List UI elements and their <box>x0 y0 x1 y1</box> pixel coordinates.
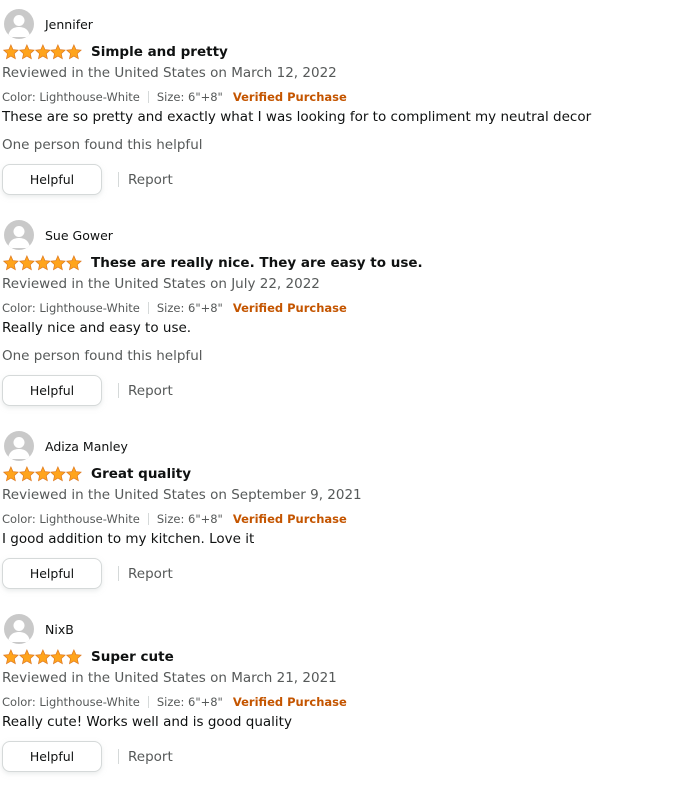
reviewer-name: Adiza Manley <box>45 438 128 454</box>
reviewer-name: Jennifer <box>45 16 93 32</box>
reviewer-profile[interactable]: NixB <box>4 613 74 645</box>
star-icon <box>34 466 51 482</box>
star-icon <box>3 255 19 271</box>
star-rating[interactable] <box>3 466 82 482</box>
star-icon <box>66 649 82 665</box>
helpful-button[interactable]: Helpful <box>2 558 102 589</box>
star-icon <box>18 44 35 60</box>
variant-size: Size: 6"+8" <box>156 301 223 315</box>
star-icon <box>18 255 35 271</box>
variant-color: Color: Lighthouse-White <box>2 512 140 526</box>
divider <box>118 172 119 187</box>
variant-color: Color: Lighthouse-White <box>2 90 140 104</box>
star-icon <box>3 649 19 665</box>
variant-size: Size: 6"+8" <box>156 90 223 104</box>
review-title[interactable]: Great quality <box>91 466 191 482</box>
helpful-button[interactable]: Helpful <box>2 741 102 772</box>
review-body: I good addition to my kitchen. Love it <box>2 531 255 547</box>
variant-size: Size: 6"+8" <box>156 695 223 709</box>
reviewer-profile[interactable]: Jennifer <box>4 8 93 40</box>
star-icon <box>50 255 67 271</box>
star-icon <box>66 44 82 60</box>
verified-purchase-badge: Verified Purchase <box>232 695 347 709</box>
star-icon <box>66 466 82 482</box>
divider <box>118 383 119 398</box>
review-variant[interactable]: Color: Lighthouse-White Size: 6"+8" Veri… <box>2 512 347 526</box>
variant-size: Size: 6"+8" <box>156 512 223 526</box>
review-variant[interactable]: Color: Lighthouse-White Size: 6"+8" Veri… <box>2 695 347 709</box>
divider <box>147 91 149 103</box>
variant-color: Color: Lighthouse-White <box>2 695 140 709</box>
review-date: Reviewed in the United States on July 22… <box>2 276 320 292</box>
star-icon <box>3 466 19 482</box>
report-link[interactable]: Report <box>128 749 173 765</box>
star-icon <box>18 466 35 482</box>
avatar-icon <box>4 431 34 461</box>
helpful-count: One person found this helpful <box>2 348 203 364</box>
review-body: Really nice and easy to use. <box>2 320 192 336</box>
verified-purchase-badge: Verified Purchase <box>232 301 347 315</box>
star-icon <box>3 44 19 60</box>
review-date: Reviewed in the United States on Septemb… <box>2 487 362 503</box>
helpful-count: One person found this helpful <box>2 137 203 153</box>
reviewer-name: NixB <box>45 621 74 637</box>
review-variant[interactable]: Color: Lighthouse-White Size: 6"+8" Veri… <box>2 301 347 315</box>
star-icon <box>18 649 35 665</box>
reviewer-profile[interactable]: Adiza Manley <box>4 430 128 462</box>
star-rating[interactable] <box>3 44 82 60</box>
avatar-icon <box>4 220 34 250</box>
star-rating[interactable] <box>3 255 82 271</box>
verified-purchase-badge: Verified Purchase <box>232 90 347 104</box>
divider <box>118 566 119 581</box>
review-date: Reviewed in the United States on March 2… <box>2 670 337 686</box>
review-date: Reviewed in the United States on March 1… <box>2 65 337 81</box>
reviewer-name: Sue Gower <box>45 227 113 243</box>
report-link[interactable]: Report <box>128 383 173 399</box>
star-rating[interactable] <box>3 649 82 665</box>
star-icon <box>50 649 67 665</box>
helpful-button[interactable]: Helpful <box>2 375 102 406</box>
star-icon <box>50 466 67 482</box>
star-icon <box>66 255 82 271</box>
star-icon <box>34 649 51 665</box>
helpful-button[interactable]: Helpful <box>2 164 102 195</box>
avatar-icon <box>4 614 34 644</box>
divider <box>147 513 149 525</box>
variant-color: Color: Lighthouse-White <box>2 301 140 315</box>
review-variant[interactable]: Color: Lighthouse-White Size: 6"+8" Veri… <box>2 90 347 104</box>
star-icon <box>34 255 51 271</box>
review-body: These are so pretty and exactly what I w… <box>2 109 592 125</box>
review-body: Really cute! Works well and is good qual… <box>2 714 292 730</box>
divider <box>147 696 149 708</box>
divider <box>118 749 119 764</box>
verified-purchase-badge: Verified Purchase <box>232 512 347 526</box>
reviewer-profile[interactable]: Sue Gower <box>4 219 113 251</box>
star-icon <box>50 44 67 60</box>
star-icon <box>34 44 51 60</box>
review-title[interactable]: Simple and pretty <box>91 44 228 60</box>
divider <box>147 302 149 314</box>
avatar-icon <box>4 9 34 39</box>
review-title[interactable]: Super cute <box>91 649 174 665</box>
report-link[interactable]: Report <box>128 566 173 582</box>
review-title[interactable]: These are really nice. They are easy to … <box>91 255 423 271</box>
report-link[interactable]: Report <box>128 172 173 188</box>
